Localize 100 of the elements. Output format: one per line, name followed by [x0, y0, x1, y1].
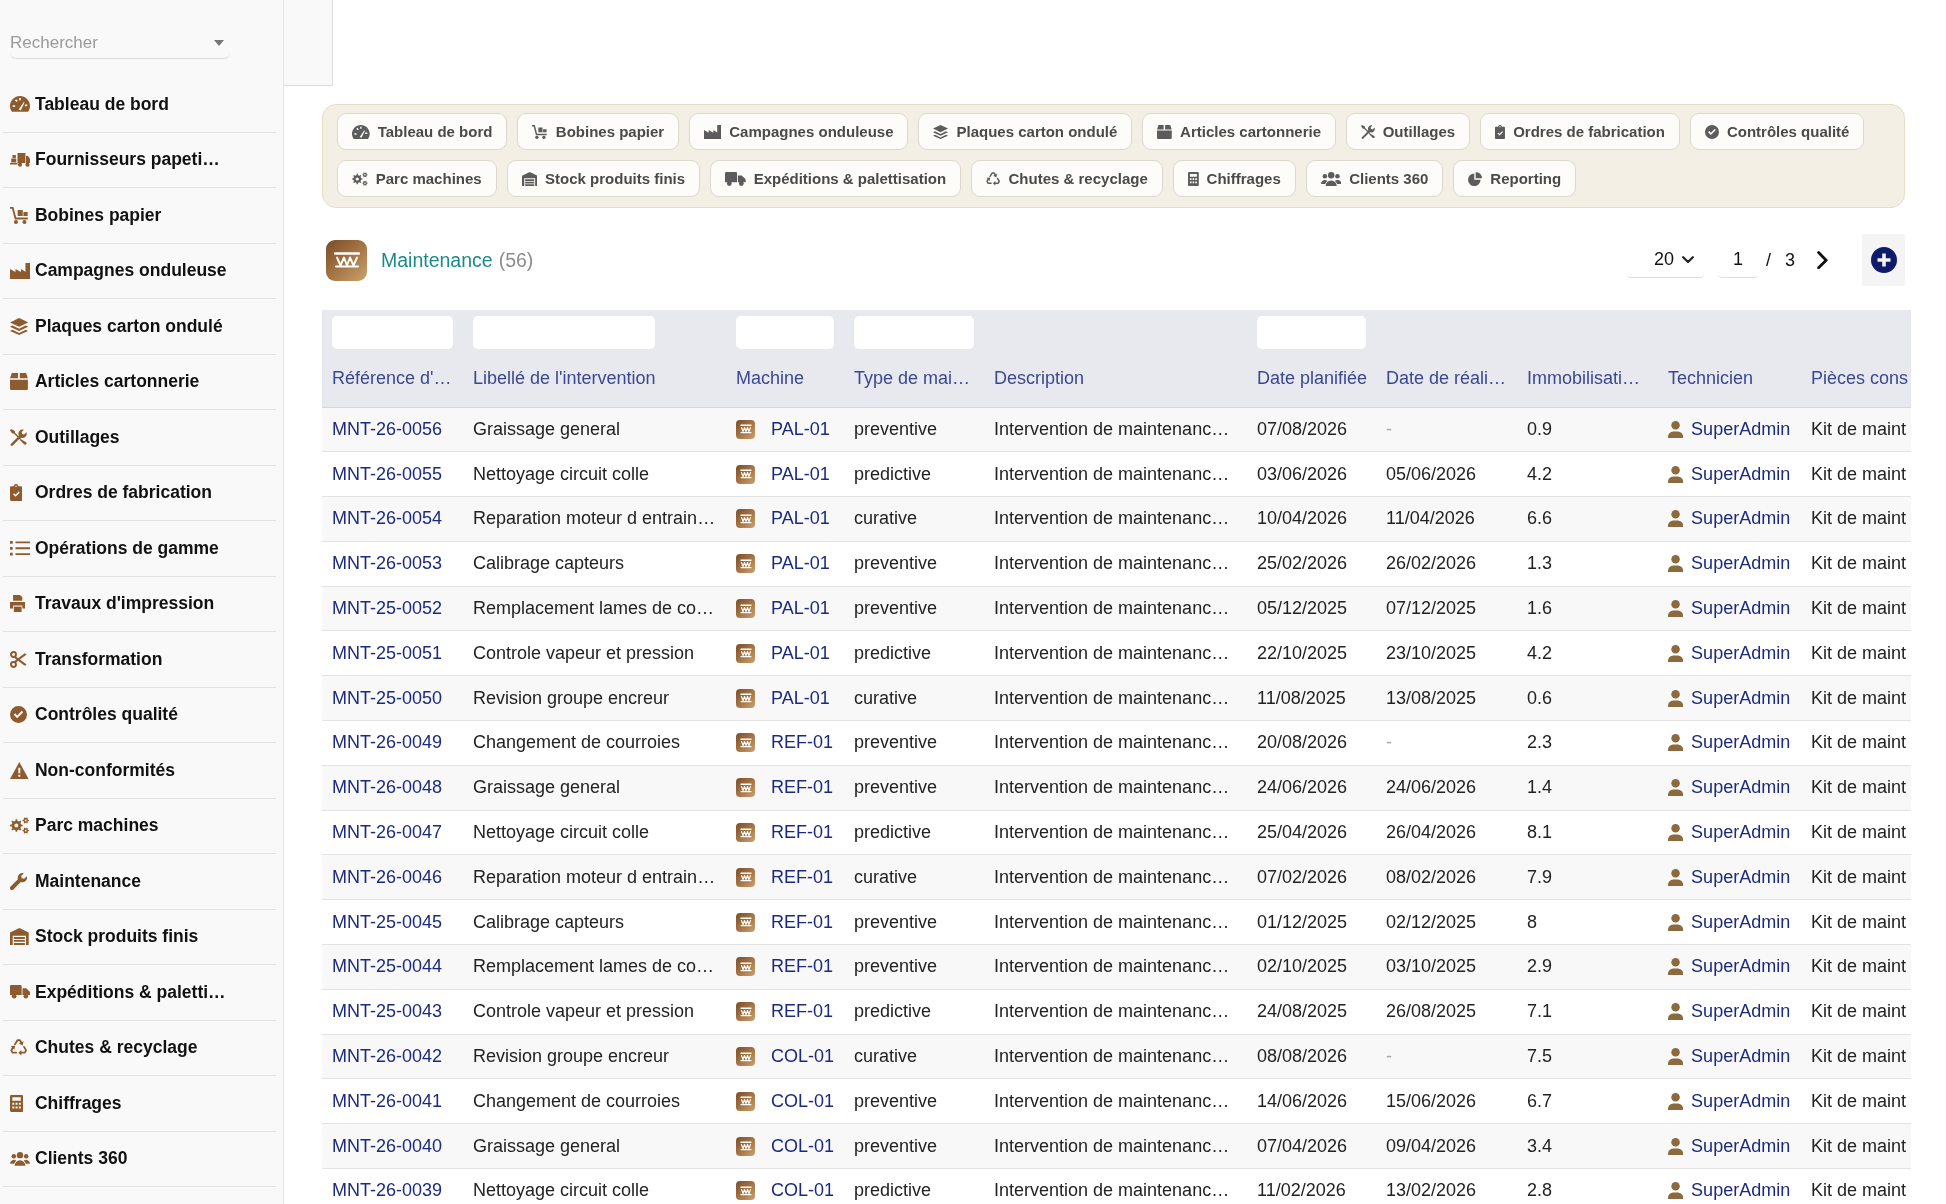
sidebar-item[interactable]: Plaques carton ondulé: [3, 299, 276, 355]
module-tab[interactable]: Bobines papier: [517, 113, 680, 150]
table-cell: Intervention de maintenanc…: [984, 854, 1247, 900]
table-cell: preventive: [844, 720, 984, 766]
module-tab[interactable]: Plaques carton ondulé: [918, 113, 1133, 150]
machine-link[interactable]: REF-01: [771, 911, 833, 933]
truss-icon: [736, 688, 755, 708]
column-header: Type de mai…: [854, 368, 971, 389]
machine-link[interactable]: REF-01: [771, 732, 833, 754]
machine-link[interactable]: REF-01: [771, 1001, 833, 1023]
technician-link[interactable]: SuperAdmin: [1691, 463, 1791, 485]
module-tab[interactable]: Outillages: [1346, 113, 1471, 150]
machine-link[interactable]: PAL-01: [771, 642, 830, 664]
module-tab[interactable]: Expéditions & palettisation: [710, 160, 962, 197]
table-cell: 08/08/2026: [1247, 1034, 1376, 1079]
module-tab[interactable]: Clients 360: [1305, 160, 1444, 197]
table-cell: 02/12/2025: [1376, 899, 1517, 945]
sidebar-item[interactable]: Articles cartonnerie: [3, 354, 276, 410]
add-button[interactable]: [1862, 234, 1905, 286]
reference-link[interactable]: MNT-25-0043: [332, 1001, 443, 1022]
sidebar-item[interactable]: Travaux d'impression: [3, 576, 276, 632]
module-tab[interactable]: Articles cartonnerie: [1142, 113, 1336, 150]
module-tab[interactable]: Stock produits finis: [506, 160, 701, 197]
technician-link[interactable]: SuperAdmin: [1691, 732, 1791, 754]
table-cell: 6.6: [1517, 496, 1658, 542]
reference-link[interactable]: MNT-26-0047: [332, 822, 443, 843]
module-tab[interactable]: Reporting: [1453, 160, 1577, 197]
sidebar-item[interactable]: Tableau de bord: [3, 77, 276, 133]
sidebar-item[interactable]: Outillages: [3, 410, 276, 466]
page-input[interactable]: 1: [1717, 242, 1758, 278]
table-cell: 8.1: [1517, 810, 1658, 855]
page-title: Maintenance: [381, 248, 493, 272]
machine-link[interactable]: PAL-01: [771, 463, 830, 485]
column-header: Date planifiée: [1257, 368, 1368, 389]
next-page-button[interactable]: [1817, 250, 1828, 270]
table-cell: 03/10/2025: [1376, 944, 1517, 990]
table-cell: Kit de maint: [1801, 496, 1911, 542]
sidebar-item[interactable]: Fournisseurs papeti…: [3, 132, 276, 188]
table-cell: Intervention de maintenanc…: [984, 989, 1247, 1035]
reference-link[interactable]: MNT-26-0041: [332, 1090, 443, 1111]
machine-link[interactable]: REF-01: [771, 822, 833, 844]
table-cell: Intervention de maintenanc…: [984, 496, 1247, 542]
module-tab[interactable]: Parc machines: [337, 160, 497, 197]
machine-link[interactable]: COL-01: [771, 1180, 835, 1202]
reference-link[interactable]: MNT-25-0045: [332, 911, 443, 932]
table-cell: 13/08/2025: [1376, 675, 1517, 721]
table-cell: 26/08/2025: [1376, 989, 1517, 1035]
module-tab[interactable]: Chiffrages: [1172, 160, 1296, 197]
sidebar-item[interactable]: Opérations de gamme: [3, 521, 276, 577]
page-size-select[interactable]: 20: [1626, 242, 1704, 278]
sidebar-item[interactable]: Chiffrages: [3, 1076, 276, 1132]
technician-link[interactable]: SuperAdmin: [1691, 1001, 1791, 1023]
wrench-icon: [10, 872, 27, 890]
chevron-right-icon: [1817, 250, 1828, 270]
technician-link[interactable]: SuperAdmin: [1691, 822, 1791, 844]
table-cell: preventive: [844, 899, 984, 945]
truss-icon: [736, 509, 755, 529]
technician-link[interactable]: SuperAdmin: [1691, 553, 1791, 575]
table-cell: Revision groupe encreur: [463, 1034, 726, 1079]
sidebar-item[interactable]: Campagnes onduleuse: [3, 243, 276, 299]
table-cell: 24/06/2026: [1247, 765, 1376, 811]
technician-link[interactable]: SuperAdmin: [1691, 642, 1791, 664]
sidebar-item[interactable]: Bobines papier: [3, 188, 276, 244]
gears-icon: [10, 817, 30, 835]
machine-link[interactable]: PAL-01: [771, 553, 830, 575]
search-field[interactable]: Rechercher: [10, 28, 230, 59]
user-icon: [1668, 510, 1684, 528]
table-cell: Graissage general: [463, 1123, 726, 1169]
sidebar-item[interactable]: Expéditions & paletti…: [3, 965, 276, 1021]
module-tab[interactable]: Campagnes onduleuse: [689, 113, 909, 150]
technician-link[interactable]: SuperAdmin: [1691, 1090, 1791, 1112]
reference-link[interactable]: MNT-26-0049: [332, 732, 443, 753]
reference-link[interactable]: MNT-25-0051: [332, 642, 443, 663]
module-tab[interactable]: Ordres de fabrication: [1480, 113, 1680, 150]
technician-link[interactable]: SuperAdmin: [1691, 911, 1791, 933]
table-cell: 7.9: [1517, 854, 1658, 900]
table-cell: preventive: [844, 1078, 984, 1124]
sidebar-item[interactable]: Stock produits finis: [3, 909, 276, 965]
table-cell: curative: [844, 675, 984, 721]
sidebar-item[interactable]: Maintenance: [3, 854, 276, 910]
sidebar-item[interactable]: Chutes & recyclage: [3, 1020, 276, 1076]
sidebar-item[interactable]: Transformation: [3, 632, 276, 688]
reference-link[interactable]: MNT-26-0053: [332, 553, 443, 574]
sidebar-item[interactable]: Non-conformités: [3, 743, 276, 799]
table-cell: 24/08/2025: [1247, 989, 1376, 1035]
sidebar-item[interactable]: Contrôles qualité: [3, 687, 276, 743]
technician-link[interactable]: SuperAdmin: [1691, 1180, 1791, 1202]
column-header: Machine: [736, 368, 805, 389]
sidebar-item[interactable]: Parc machines: [3, 798, 276, 854]
user-icon: [1668, 1048, 1684, 1066]
module-tab[interactable]: Tableau de bord: [337, 113, 508, 150]
module-tab[interactable]: Contrôles qualité: [1689, 113, 1865, 150]
table-cell: 22/10/2025: [1247, 631, 1376, 676]
sidebar-item[interactable]: Ordres de fabrication: [3, 465, 276, 521]
sidebar-item[interactable]: Clients 360: [3, 1131, 276, 1187]
reference-link[interactable]: MNT-26-0039: [332, 1180, 443, 1201]
machine-link[interactable]: COL-01: [771, 1090, 835, 1112]
reference-link[interactable]: MNT-26-0055: [332, 463, 443, 484]
user-icon: [1668, 1182, 1684, 1200]
module-tab[interactable]: Chutes & recyclage: [971, 160, 1163, 197]
